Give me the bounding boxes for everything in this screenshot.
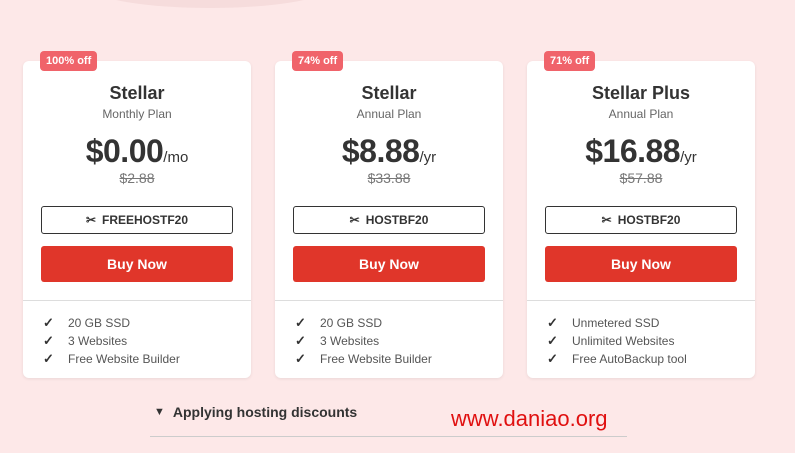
feature-item: ✓ Unlimited Websites [547, 333, 675, 348]
feature-item: ✓ Unmetered SSD [547, 315, 660, 330]
feature-item: ✓ Free AutoBackup tool [547, 351, 687, 366]
check-icon: ✓ [547, 333, 558, 348]
coupon-code: FREEHOSTF20 [102, 213, 189, 227]
divider [527, 300, 755, 301]
divider [23, 300, 251, 301]
plan-term: Monthly Plan [102, 107, 172, 121]
price-period: /yr [680, 149, 697, 166]
original-price: $57.88 [619, 170, 663, 186]
original-price: $33.88 [367, 170, 411, 186]
pricing-cards: 100% off Stellar Monthly Plan $0.00/mo $… [23, 51, 763, 379]
watermark: www.daniao.org [451, 406, 608, 431]
coupon-code: HOSTBF20 [365, 213, 429, 227]
price-period: /yr [419, 149, 437, 166]
check-icon: ✓ [547, 351, 558, 366]
buy-now-button[interactable]: Buy Now [545, 246, 737, 282]
check-icon: ✓ [295, 333, 306, 348]
discount-badge: 100% off [40, 51, 98, 71]
coupon-code-box[interactable]: ✂ FREEHOSTF20 [41, 206, 233, 234]
feature-item: ✓ Free Website Builder [43, 351, 180, 366]
coupon-code: HOSTBF20 [617, 213, 681, 227]
feature-item: ✓ 3 Websites [43, 333, 128, 348]
scissors-icon: ✂ [85, 213, 97, 227]
buy-now-button[interactable]: Buy Now [41, 246, 233, 282]
plan-price: $16.88 [585, 133, 681, 169]
plan-term: Annual Plan [608, 107, 674, 121]
coupon-code-box[interactable]: ✂ HOSTBF20 [293, 206, 485, 234]
feature-item: ✓ 3 Websites [295, 333, 380, 348]
feature-item: ✓ 20 GB SSD [295, 315, 383, 330]
check-icon: ✓ [295, 351, 306, 366]
feature-list: ✓ 20 GB SSD ✓ 3 Websites ✓ Free Website Bui… [295, 314, 432, 368]
plan-price: $0.00 [85, 133, 164, 169]
coupon-code-box[interactable]: ✂ HOSTBF20 [545, 206, 737, 234]
feature-item: ✓ Free Website Builder [295, 351, 432, 366]
plan-name: Stellar [361, 83, 417, 103]
scissors-icon: ✂ [601, 213, 612, 227]
plan-name: Stellar Plus [591, 83, 691, 103]
feature-list: ✓ Unmetered SSD ✓ Unlimited Websites ✓ Free… [547, 314, 687, 368]
price-row: $8.88/yr [275, 133, 503, 170]
check-icon: ✓ [295, 315, 306, 330]
decorative-blob [95, 0, 325, 8]
check-icon: ✓ [43, 315, 54, 330]
discount-badge: 74% off [292, 51, 344, 71]
price-row: $0.00/mo [23, 133, 251, 170]
plan-price: $8.88 [341, 133, 420, 169]
plan-term: Annual Plan [356, 107, 422, 121]
price-row: $16.88/yr [527, 133, 755, 170]
price-period: /mo [163, 149, 189, 166]
divider [275, 300, 503, 301]
check-icon: ✓ [547, 315, 558, 330]
plan-card: 100% off Stellar Monthly Plan $0.00/mo $… [23, 51, 251, 378]
check-icon: ✓ [43, 333, 54, 348]
feature-list: ✓ 20 GB SSD ✓ 3 Websites ✓ Free Website Bui… [43, 314, 180, 368]
original-price: $2.88 [119, 170, 155, 186]
chevron-down-icon: ▼ [154, 406, 165, 418]
plan-card: 74% off Stellar Annual Plan $8.88/yr $33… [275, 51, 503, 378]
feature-item: ✓ 20 GB SSD [43, 315, 131, 330]
accordion-label: Applying hosting discounts [172, 404, 358, 420]
plan-name: Stellar [109, 83, 165, 103]
check-icon: ✓ [43, 351, 54, 366]
buy-now-button[interactable]: Buy Now [293, 246, 485, 282]
scissors-icon: ✂ [349, 213, 360, 227]
plan-card: 71% off Stellar Plus Annual Plan $16.88/… [527, 51, 755, 378]
discount-badge: 71% off [544, 51, 596, 71]
